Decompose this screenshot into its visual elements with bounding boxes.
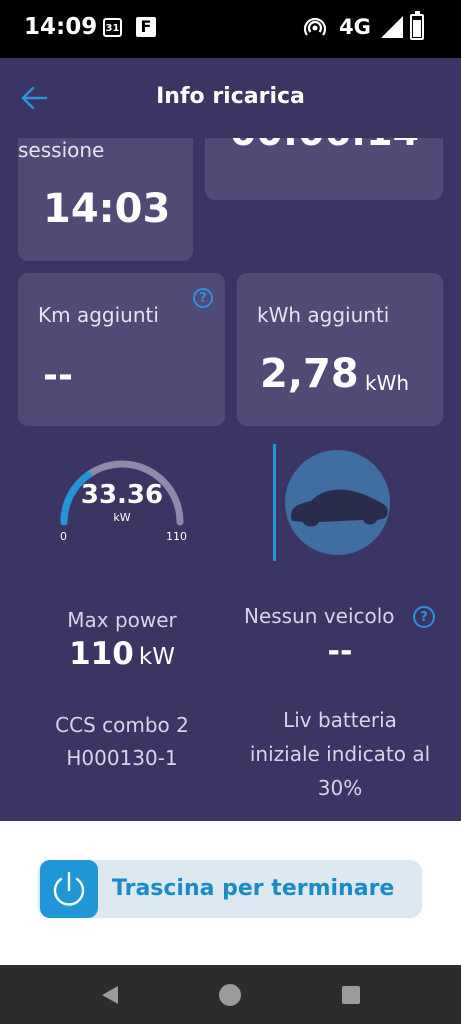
nav-back-icon[interactable]: [100, 984, 120, 1006]
max-power-value: 110: [69, 636, 134, 672]
vehicle-value: --: [327, 634, 353, 669]
battery-icon: [410, 11, 424, 40]
power-gauge: 33.36 kW 0 110: [52, 450, 192, 550]
system-nav-bar: [0, 965, 461, 1024]
app-notification-icon: F: [136, 17, 156, 37]
max-power-unit: kW: [138, 644, 175, 670]
kwh-added-value: 2,78: [260, 351, 359, 397]
vehicle-avatar: [285, 450, 390, 555]
duration-value: 00:06:14: [230, 138, 419, 154]
battery-level-line3: 30%: [317, 776, 363, 800]
page-title: Info ricarica: [156, 84, 305, 109]
km-added-card: Km aggiunti ? --: [18, 273, 225, 426]
bottom-action-panel: Trascina per terminare: [0, 821, 461, 965]
end-charge-slider[interactable]: Trascina per terminare: [38, 860, 422, 918]
nav-home-icon[interactable]: [219, 984, 241, 1006]
gauge-max: 110: [166, 530, 187, 543]
kwh-added-label: kWh aggiunti: [257, 303, 390, 327]
slider-knob[interactable]: [40, 860, 98, 918]
vehicle-info-icon[interactable]: ?: [413, 606, 435, 628]
kwh-added-unit: kWh: [365, 371, 410, 395]
charge-info-content[interactable]: sessione 14:03 00:06:14 Km aggiunti ? --…: [0, 138, 461, 821]
session-start-label: sessione: [18, 138, 105, 162]
connector-type: CCS combo 2: [55, 713, 189, 737]
session-start-card: sessione 14:03: [18, 138, 193, 261]
car-icon: [291, 489, 388, 527]
battery-level-line1: Liv batteria: [283, 708, 397, 732]
signal-icon: [381, 16, 403, 38]
status-time: 14:09: [24, 14, 98, 40]
network-type: 4G: [339, 15, 371, 39]
gauge-min: 0: [60, 530, 67, 543]
kwh-added-card: kWh aggiunti 2,78 kWh: [237, 273, 443, 426]
max-power-label: Max power: [67, 608, 177, 632]
session-start-value: 14:03: [43, 186, 171, 232]
connector-id: H000130-1: [66, 746, 178, 770]
vehicle-label: Nessun veicolo: [244, 604, 395, 628]
battery-level-line2: iniziale indicato al: [249, 742, 431, 766]
slider-label: Trascina per terminare: [112, 876, 395, 901]
power-icon: [53, 871, 85, 906]
km-info-icon[interactable]: ?: [193, 288, 213, 308]
gauge-unit: kW: [113, 511, 131, 524]
app-bar: Info ricarica: [0, 58, 461, 138]
nav-recents-icon[interactable]: [342, 986, 360, 1004]
km-added-label: Km aggiunti: [38, 303, 159, 327]
divider: [273, 444, 276, 561]
km-added-value: --: [43, 355, 73, 396]
duration-card: 00:06:14: [205, 138, 443, 200]
max-power-value-group: 110 kW: [22, 636, 222, 672]
calendar-icon: 31: [103, 18, 122, 37]
hotspot-icon: [303, 17, 327, 36]
gauge-value: 33.36: [80, 480, 164, 510]
status-bar: 14:09 31 F 4G: [0, 0, 461, 58]
